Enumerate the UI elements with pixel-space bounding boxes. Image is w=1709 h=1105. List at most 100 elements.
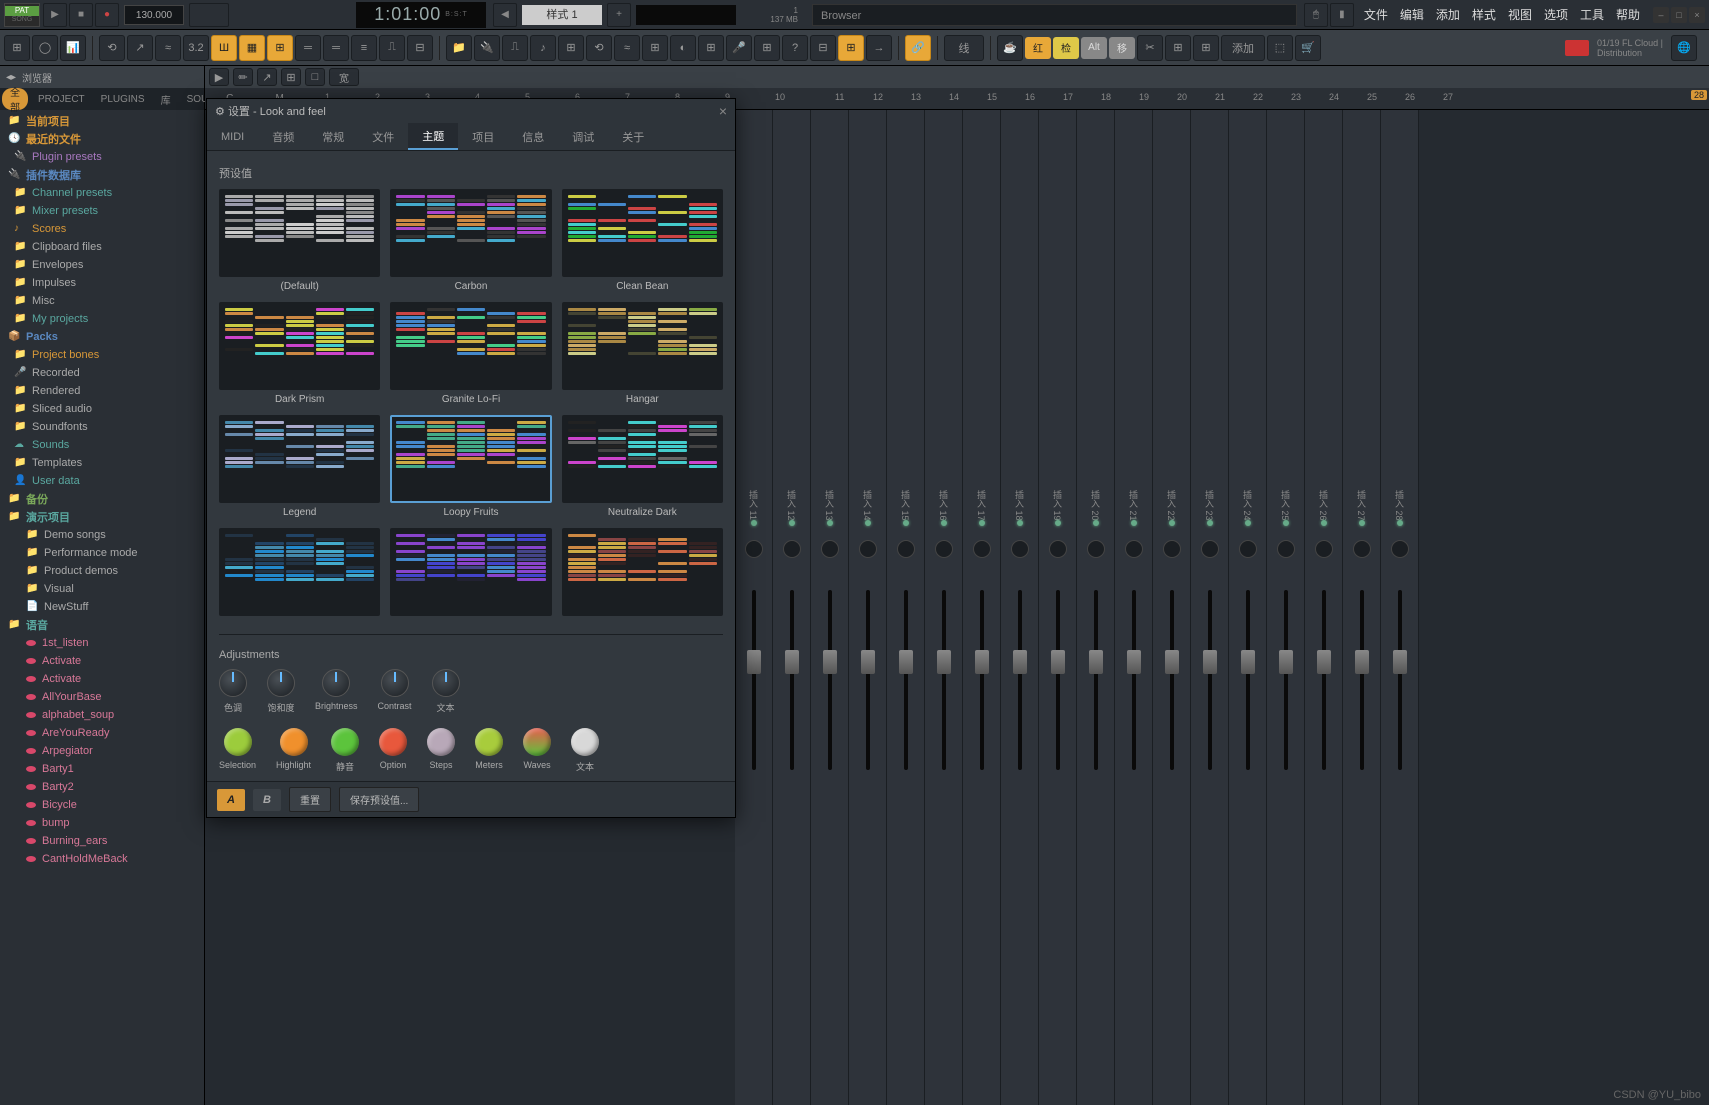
add-btn[interactable]: 添加	[1221, 35, 1265, 61]
browser-item[interactable]: 📁语音	[0, 616, 204, 634]
compare-b-button[interactable]: B	[253, 789, 281, 811]
tool-btn[interactable]: ⊞	[838, 35, 864, 61]
browser-item[interactable]: 👤User data	[0, 472, 204, 490]
browser-item[interactable]: 📁Product demos	[0, 562, 204, 580]
settings-tab[interactable]: 主题	[408, 123, 458, 150]
browser-item[interactable]: 📁Performance mode	[0, 544, 204, 562]
volume-fader[interactable]	[1279, 650, 1293, 674]
theme-preset[interactable]: (Default)	[219, 189, 380, 292]
theme-preset[interactable]: Loopy Fruits	[390, 415, 551, 518]
browser-item[interactable]: 📁Impulses	[0, 274, 204, 292]
tool-btn[interactable]: ═	[295, 35, 321, 61]
menu-样式[interactable]: 样式	[1467, 4, 1501, 25]
browser-item[interactable]: 📁Channel presets	[0, 184, 204, 202]
tool-btn[interactable]: ⊞	[698, 35, 724, 61]
pan-knob[interactable]	[1087, 540, 1105, 558]
theme-preset[interactable]: Hangar	[562, 302, 723, 405]
mixer-track[interactable]: 插入 18	[1001, 110, 1039, 1105]
color-swatch[interactable]	[427, 728, 455, 756]
adjustment-knob[interactable]	[381, 669, 409, 697]
menu-添加[interactable]: 添加	[1431, 4, 1465, 25]
volume-fader[interactable]	[975, 650, 989, 674]
tool-btn[interactable]: ⟲	[586, 35, 612, 61]
browser-item[interactable]: 📁Mixer presets	[0, 202, 204, 220]
menu-帮助[interactable]: 帮助	[1611, 4, 1645, 25]
settings-tab[interactable]: 项目	[458, 123, 508, 150]
browser-item[interactable]: 📁Templates	[0, 454, 204, 472]
settings-tab[interactable]: 调试	[558, 123, 608, 150]
pat-song-switch[interactable]: PAT SONG	[4, 3, 40, 27]
menu-选项[interactable]: 选项	[1539, 4, 1573, 25]
mixer-track[interactable]: 插入 14	[849, 110, 887, 1105]
volume-fader[interactable]	[899, 650, 913, 674]
pattern-prev-button[interactable]: ◀	[493, 3, 517, 27]
pan-knob[interactable]	[1277, 540, 1295, 558]
pl-tool[interactable]: □	[305, 68, 325, 86]
save-preset-button[interactable]: 保存预设值...	[339, 787, 419, 812]
mixer-track[interactable]: 插入 27	[1343, 110, 1381, 1105]
browser-item[interactable]: alphabet_soup	[0, 706, 204, 724]
tool-btn[interactable]: ▦	[239, 35, 265, 61]
volume-fader[interactable]	[1241, 650, 1255, 674]
browser-item[interactable]: bump	[0, 814, 204, 832]
mixer-track[interactable]: 插入 22	[1153, 110, 1191, 1105]
tool-btn[interactable]: ◐	[670, 35, 696, 61]
tool-btn[interactable]: ⊟	[407, 35, 433, 61]
browser-item[interactable]: Bicycle	[0, 796, 204, 814]
tool-btn[interactable]: ⬚	[1267, 35, 1293, 61]
theme-preset[interactable]: Legend	[219, 415, 380, 518]
browser-item[interactable]: 📦Packs	[0, 328, 204, 346]
color-btn[interactable]: Alt	[1081, 37, 1107, 59]
tool-btn[interactable]: 3.2	[183, 35, 209, 61]
cart-btn[interactable]: 🛒	[1295, 35, 1321, 61]
volume-fader[interactable]	[1393, 650, 1407, 674]
theme-preset[interactable]: Dark Prism	[219, 302, 380, 405]
mixer-track[interactable]: 插入 12	[773, 110, 811, 1105]
browser-item[interactable]: 🔌插件数据库	[0, 166, 204, 184]
browser-item[interactable]: 📁Envelopes	[0, 256, 204, 274]
menu-工具[interactable]: 工具	[1575, 4, 1609, 25]
maximize-button[interactable]: □	[1671, 7, 1687, 23]
tool-btn[interactable]: ⊞	[642, 35, 668, 61]
pl-tool[interactable]: ✏	[233, 68, 253, 86]
browser-tab[interactable]: PLUGINS	[93, 88, 153, 110]
mixer-track[interactable]: 插入 15	[887, 110, 925, 1105]
tool-btn[interactable]: 📁	[446, 35, 472, 61]
theme-preset[interactable]	[390, 528, 551, 620]
tool-btn[interactable]: ⊞	[1165, 35, 1191, 61]
dialog-titlebar[interactable]: ⚙ 设置 - Look and feel ×	[207, 99, 735, 123]
mixer-track[interactable]: 插入 20	[1077, 110, 1115, 1105]
settings-tab[interactable]: MIDI	[207, 123, 258, 150]
mixer-track[interactable]: 插入 19	[1039, 110, 1077, 1105]
browser-item[interactable]: 1st_listen	[0, 634, 204, 652]
reset-button[interactable]: 重置	[289, 787, 331, 812]
volume-fader[interactable]	[861, 650, 875, 674]
settings-tab[interactable]: 常规	[308, 123, 358, 150]
theme-preset[interactable]: Granite Lo-Fi	[390, 302, 551, 405]
pan-knob[interactable]	[935, 540, 953, 558]
menu-编辑[interactable]: 编辑	[1395, 4, 1429, 25]
browser-item[interactable]: Activate	[0, 652, 204, 670]
pan-knob[interactable]	[859, 540, 877, 558]
browser-item[interactable]: CantHoldMeBack	[0, 850, 204, 868]
browser-item[interactable]: Arpegiator	[0, 742, 204, 760]
pan-knob[interactable]	[1391, 540, 1409, 558]
tool-btn[interactable]: ⊞	[558, 35, 584, 61]
play-button[interactable]: ▶	[43, 3, 67, 27]
transport-display[interactable]: 1:01:00B:S:T	[356, 2, 486, 28]
pan-knob[interactable]	[1353, 540, 1371, 558]
browser-item[interactable]: 📁备份	[0, 490, 204, 508]
volume-fader[interactable]	[1203, 650, 1217, 674]
dialog-close-button[interactable]: ×	[719, 103, 727, 119]
link-btn[interactable]: 🔗	[905, 35, 931, 61]
minimize-button[interactable]: –	[1653, 7, 1669, 23]
theme-preset[interactable]: Neutralize Dark	[562, 415, 723, 518]
browser-item[interactable]: 🕓最近的文件	[0, 130, 204, 148]
tool-btn[interactable]: →	[866, 35, 892, 61]
menu-文件[interactable]: 文件	[1359, 4, 1393, 25]
tool-btn[interactable]: Ш	[211, 35, 237, 61]
browser-item[interactable]: Activate	[0, 670, 204, 688]
tool-btn[interactable]: ≈	[614, 35, 640, 61]
pl-tool[interactable]: 宽	[329, 68, 359, 86]
color-swatch[interactable]	[224, 728, 252, 756]
